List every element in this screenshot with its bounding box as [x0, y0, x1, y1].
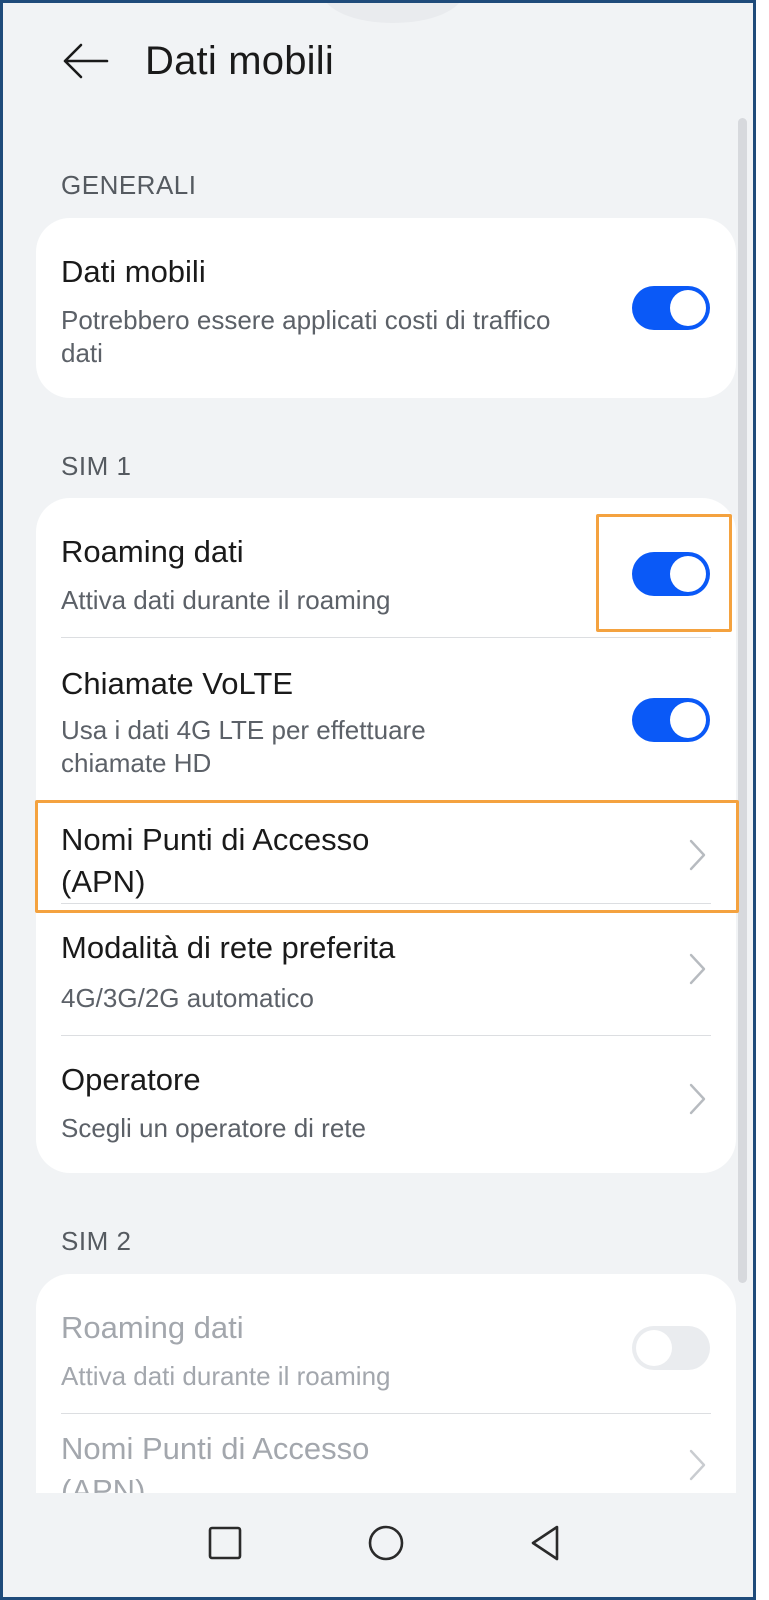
row-subtitle: Attiva dati durante il roaming: [61, 585, 391, 615]
row-subtitle: Potrebbero essere applicati costi di tra…: [61, 305, 551, 368]
row-title: Dati mobili: [61, 254, 206, 289]
row-title: Roaming dati: [61, 1310, 244, 1345]
app-header: Dati mobili: [3, 3, 753, 123]
row-title: Roaming dati: [61, 534, 244, 569]
square-icon: [208, 1526, 242, 1560]
row-sim2-roaming[interactable]: Roaming dati Attiva dati durante il roam…: [36, 1274, 736, 1414]
system-nav-bar: [3, 1493, 753, 1597]
triangle-back-icon: [531, 1525, 559, 1561]
card-sim1: Roaming dati Attiva dati durante il roam…: [36, 498, 736, 1173]
chevron-right-icon: [689, 1449, 706, 1481]
nav-back-button[interactable]: [517, 1515, 573, 1571]
nav-recent-button[interactable]: [197, 1515, 253, 1571]
toggle-knob: [636, 1330, 672, 1366]
row-roaming[interactable]: Roaming dati Attiva dati durante il roam…: [36, 498, 736, 638]
page-title: Dati mobili: [145, 39, 334, 83]
page-edge: [756, 0, 769, 1600]
row-apn[interactable]: Nomi Punti di Accesso (APN): [36, 803, 736, 903]
scrollbar[interactable]: [738, 118, 747, 1283]
row-title: Chiamate VoLTE: [61, 666, 294, 701]
screen: Dati mobili GENERALI Dati mobili Potrebb…: [0, 0, 756, 1600]
section-label-sim2: SIM 2: [61, 1226, 132, 1256]
row-mobile-data[interactable]: Dati mobili Potrebbero essere applicati …: [36, 218, 736, 398]
volte-toggle[interactable]: [632, 698, 710, 742]
row-operator[interactable]: Operatore Scegli un operatore di rete: [36, 1036, 736, 1173]
row-title: Nomi Punti di Accesso (APN): [61, 822, 370, 899]
row-subtitle: Usa i dati 4G LTE per effettuare chiamat…: [61, 715, 426, 778]
toggle-knob: [670, 702, 706, 738]
row-volte[interactable]: Chiamate VoLTE Usa i dati 4G LTE per eff…: [36, 638, 736, 796]
card-generali: Dati mobili Potrebbero essere applicati …: [36, 218, 736, 398]
circle-icon: [368, 1525, 404, 1561]
mobile-data-toggle[interactable]: [632, 286, 710, 330]
section-label-generali: GENERALI: [61, 170, 197, 200]
toggle-knob: [670, 290, 706, 326]
section-label-sim1: SIM 1: [61, 451, 132, 481]
sim2-roaming-toggle[interactable]: [632, 1326, 710, 1370]
chevron-right-icon: [689, 1083, 706, 1115]
row-subtitle: 4G/3G/2G automatico: [61, 983, 314, 1013]
row-title: Operatore: [61, 1062, 201, 1097]
row-network-mode[interactable]: Modalità di rete preferita 4G/3G/2G auto…: [36, 904, 736, 1034]
row-subtitle: Scegli un operatore di rete: [61, 1113, 366, 1143]
chevron-right-icon: [689, 839, 706, 871]
arrow-left-icon[interactable]: [61, 41, 109, 81]
row-subtitle: Attiva dati durante il roaming: [61, 1361, 391, 1391]
nav-home-button[interactable]: [358, 1515, 414, 1571]
chevron-right-icon: [689, 953, 706, 985]
row-title: Modalità di rete preferita: [61, 930, 396, 965]
toggle-knob: [670, 556, 706, 592]
roaming-toggle[interactable]: [632, 552, 710, 596]
